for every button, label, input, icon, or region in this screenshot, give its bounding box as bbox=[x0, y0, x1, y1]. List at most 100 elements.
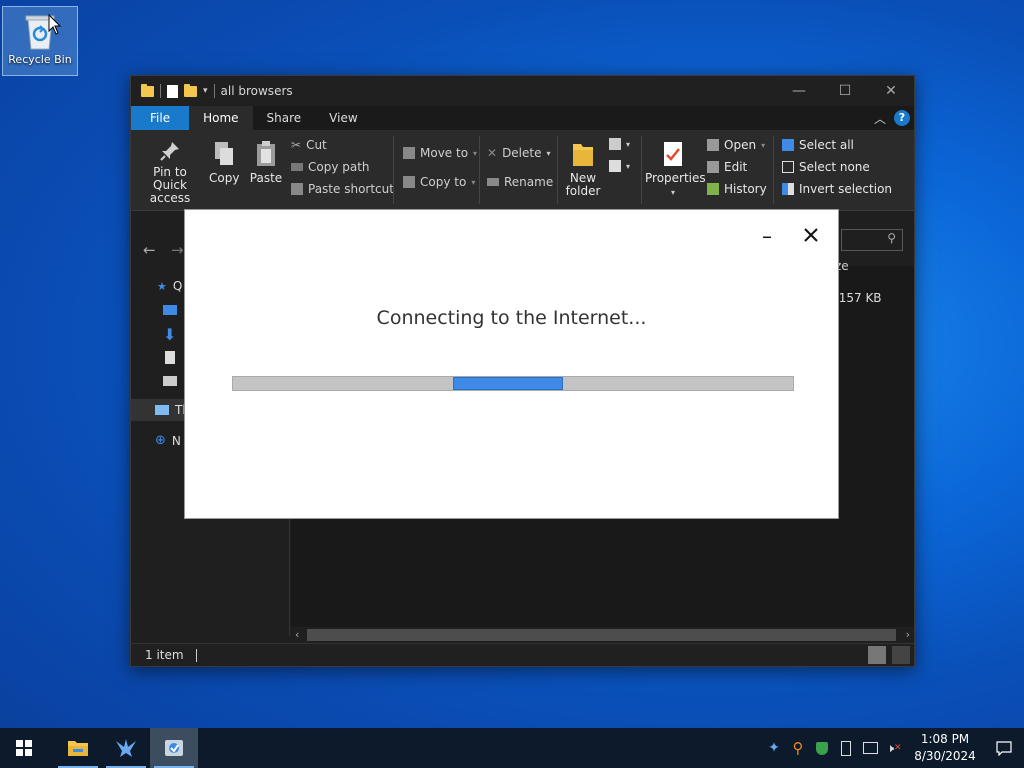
copy-icon bbox=[215, 142, 233, 165]
action-center-button[interactable] bbox=[984, 740, 1024, 756]
scroll-right-icon[interactable]: › bbox=[906, 627, 910, 643]
start-button[interactable] bbox=[0, 728, 48, 768]
select-all-button[interactable]: Select all bbox=[782, 138, 854, 152]
installer-icon bbox=[165, 740, 183, 756]
tray-security-icon[interactable] bbox=[810, 741, 834, 755]
windows-logo-icon bbox=[16, 740, 32, 756]
dialog-close-icon[interactable] bbox=[804, 228, 818, 242]
scroll-left-icon[interactable]: ‹ bbox=[295, 627, 299, 643]
maximize-button[interactable]: ☐ bbox=[822, 76, 868, 106]
forward-arrow-icon[interactable]: → bbox=[171, 241, 184, 259]
star-icon: ★ bbox=[157, 279, 167, 293]
cut-button[interactable]: ✂ Cut bbox=[291, 138, 327, 152]
search-box[interactable]: ⚲ bbox=[841, 229, 903, 251]
help-icon[interactable]: ? bbox=[894, 110, 910, 126]
connecting-dialog: – Connecting to the Internet... bbox=[184, 209, 839, 519]
pictures-nav-icon[interactable] bbox=[163, 376, 177, 386]
rename-button[interactable]: Rename bbox=[487, 175, 553, 189]
computer-icon bbox=[155, 405, 169, 415]
edit-icon bbox=[707, 161, 719, 173]
scroll-thumb[interactable] bbox=[307, 629, 896, 641]
new-item-button[interactable]: ▾ bbox=[609, 138, 630, 150]
taskbar-clock[interactable]: 1:08 PM 8/30/2024 bbox=[906, 731, 984, 765]
recycle-bin-desktop-icon[interactable]: Recycle Bin bbox=[2, 6, 78, 76]
properties-button[interactable]: Properties ▾ bbox=[645, 140, 706, 199]
move-to-button[interactable]: Move to ▾ bbox=[403, 146, 477, 160]
edit-button[interactable]: Edit bbox=[707, 160, 747, 174]
tray-volume-muted-icon[interactable]: 🕨 ✕ bbox=[882, 741, 906, 756]
close-button[interactable]: ✕ bbox=[868, 76, 914, 106]
clock-date: 8/30/2024 bbox=[914, 749, 976, 763]
select-all-icon bbox=[782, 139, 794, 151]
taskbar-installer[interactable] bbox=[150, 728, 198, 768]
details-view-icon[interactable] bbox=[868, 646, 886, 664]
system-tray: ✦ ⚲ 🕨 ✕ 1:08 PM 8/30/2024 bbox=[762, 728, 1024, 768]
collapse-ribbon-icon[interactable]: ︿ bbox=[874, 110, 886, 127]
progress-chunk bbox=[452, 377, 564, 390]
paste-icon bbox=[257, 141, 275, 166]
taskbar-file-explorer[interactable] bbox=[54, 728, 102, 768]
tray-network-icon[interactable] bbox=[858, 742, 882, 754]
documents-nav-icon[interactable] bbox=[165, 351, 175, 364]
clock-time: 1:08 PM bbox=[920, 732, 970, 746]
new-folder-icon bbox=[573, 144, 593, 166]
properties-icon bbox=[664, 142, 682, 166]
quick-access-dropdown-icon[interactable]: ▾ bbox=[203, 86, 208, 96]
select-none-icon bbox=[782, 161, 794, 173]
copy-button[interactable]: Copy bbox=[209, 140, 239, 185]
copy-to-button[interactable]: Copy to ▾ bbox=[403, 175, 475, 189]
paste-shortcut-icon bbox=[291, 183, 303, 195]
horizontal-scrollbar[interactable]: ‹ › bbox=[291, 627, 914, 643]
paste-shortcut-button[interactable]: Paste shortcut bbox=[291, 182, 394, 196]
pin-to-quick-access-button[interactable]: Pin to Quick access bbox=[137, 140, 203, 205]
invert-selection-icon bbox=[782, 183, 794, 195]
tray-search-app-icon[interactable]: ⚲ bbox=[786, 739, 810, 757]
tray-bird-icon[interactable]: ✦ bbox=[762, 740, 786, 756]
dialog-minimize-button[interactable]: – bbox=[762, 224, 772, 248]
select-none-button[interactable]: Select none bbox=[782, 160, 870, 174]
open-button[interactable]: Open ▾ bbox=[707, 138, 765, 152]
copy-path-button[interactable]: Copy path bbox=[291, 160, 370, 174]
tab-home[interactable]: Home bbox=[189, 106, 253, 130]
taskbar: ✦ ⚲ 🕨 ✕ 1:08 PM 8/30/2024 bbox=[0, 728, 1024, 768]
folder-icon bbox=[141, 83, 154, 97]
nav-network[interactable]: ⊕ N bbox=[155, 433, 181, 448]
open-icon bbox=[707, 139, 719, 151]
paste-button[interactable]: Paste bbox=[249, 140, 283, 185]
scissors-icon: ✂ bbox=[291, 138, 302, 152]
search-icon: ⚲ bbox=[887, 231, 896, 245]
downloads-nav-icon[interactable]: ⬇ bbox=[163, 325, 176, 344]
new-folder-button[interactable]: New folder bbox=[563, 140, 603, 198]
back-arrow-icon[interactable]: ← bbox=[143, 241, 156, 259]
progress-bar bbox=[232, 376, 794, 391]
properties-quick-icon[interactable] bbox=[167, 84, 178, 98]
rename-icon bbox=[487, 178, 499, 186]
mouse-cursor-icon bbox=[48, 14, 62, 35]
delete-button[interactable]: ✕ Delete ▾ bbox=[487, 146, 551, 160]
minimize-button[interactable]: — bbox=[776, 76, 822, 106]
explorer-titlebar[interactable]: ▾ all browsers — ☐ ✕ bbox=[131, 76, 914, 106]
copy-to-icon bbox=[403, 176, 415, 188]
tab-file[interactable]: File bbox=[131, 106, 190, 130]
move-to-icon bbox=[403, 147, 415, 159]
nav-quick-access[interactable]: ★ Q bbox=[157, 279, 182, 293]
file-explorer-icon bbox=[68, 741, 88, 756]
new-folder-quick-icon[interactable] bbox=[184, 83, 197, 97]
network-icon: ⊕ bbox=[155, 433, 166, 448]
history-button[interactable]: History bbox=[707, 182, 767, 196]
dialog-message: Connecting to the Internet... bbox=[376, 307, 647, 329]
taskbar-app-bird[interactable] bbox=[102, 728, 150, 768]
tab-view[interactable]: View bbox=[315, 106, 371, 130]
recycle-bin-label: Recycle Bin bbox=[8, 53, 72, 66]
ribbon-tabs: File Home Share View ︿ ? bbox=[131, 106, 914, 130]
large-icons-view-icon[interactable] bbox=[892, 646, 910, 664]
tray-battery-icon[interactable] bbox=[834, 740, 858, 756]
notification-icon bbox=[996, 741, 1012, 756]
ribbon-home: Pin to Quick access Copy Paste ✂ Cut Cop… bbox=[131, 130, 914, 211]
desktop-nav-icon[interactable] bbox=[163, 305, 177, 315]
history-icon bbox=[707, 183, 719, 195]
easy-access-button[interactable]: ▾ bbox=[609, 160, 630, 172]
tab-share[interactable]: Share bbox=[253, 106, 316, 130]
invert-selection-button[interactable]: Invert selection bbox=[782, 182, 892, 196]
window-title: all browsers bbox=[220, 84, 293, 98]
